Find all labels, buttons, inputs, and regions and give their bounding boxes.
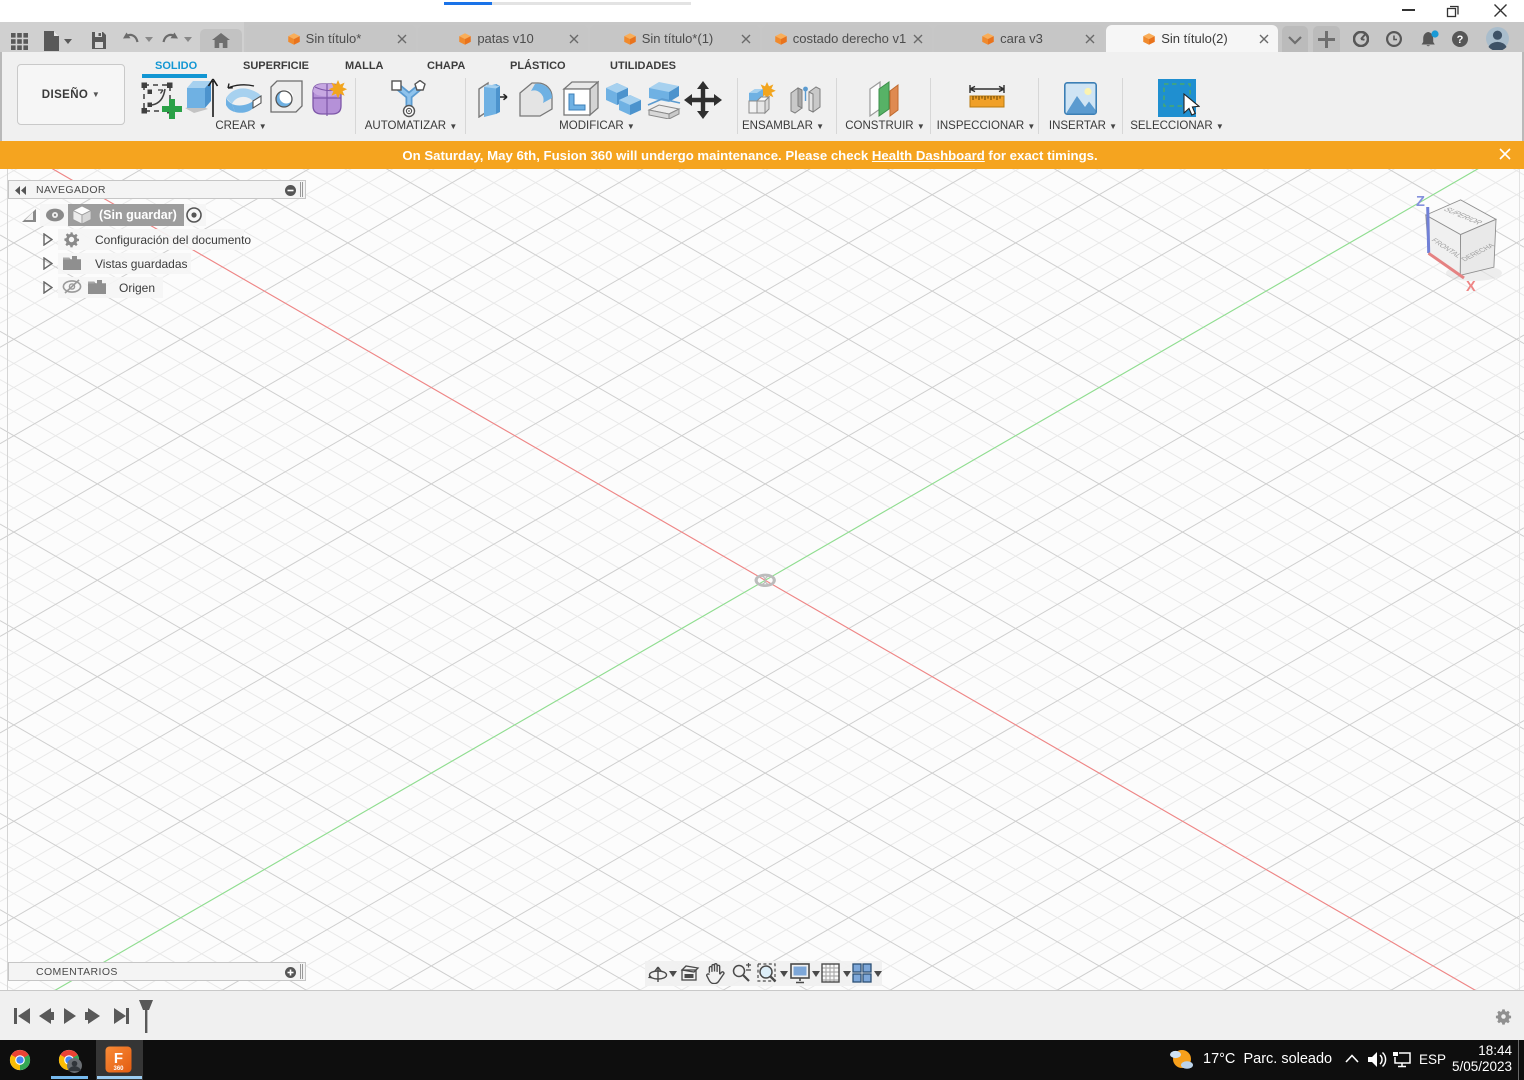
svg-text:?: ?	[1457, 34, 1464, 46]
svg-text:X: X	[1466, 279, 1476, 295]
svg-text:Z: Z	[1416, 194, 1425, 210]
svg-text:360: 360	[113, 1066, 124, 1072]
svg-text:F: F	[114, 1050, 123, 1067]
